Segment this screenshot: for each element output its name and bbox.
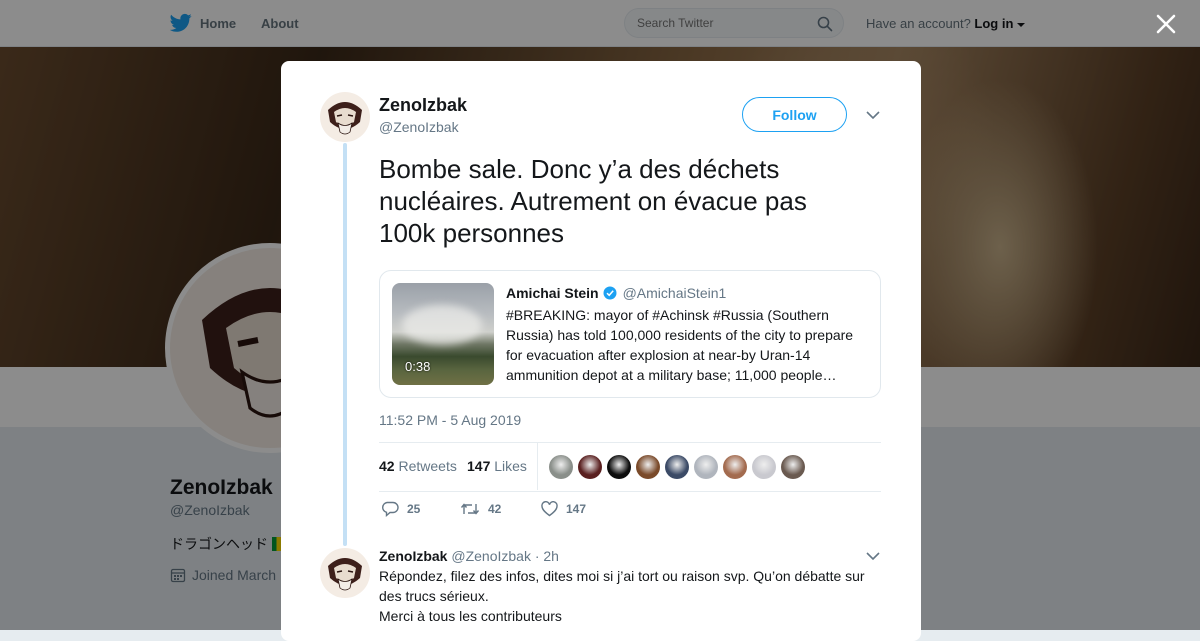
retweet-count: 42 (488, 502, 502, 516)
retweets-label: Retweets (398, 458, 457, 474)
author-name[interactable]: ZenoIzbak (379, 95, 467, 116)
stats-divider (537, 443, 538, 490)
liker-avatar[interactable] (781, 455, 805, 479)
verified-badge-icon (603, 286, 617, 300)
liker-avatar[interactable] (723, 455, 747, 479)
video-duration: 0:38 (405, 359, 431, 374)
retweets-count: 42 (379, 458, 395, 474)
chevron-down-icon[interactable] (866, 551, 880, 561)
follow-button[interactable]: Follow (742, 97, 847, 132)
tweet-modal: ZenoIzbak @ZenoIzbak Follow Bombe sale. … (281, 61, 921, 641)
quoted-video-thumbnail[interactable]: 0:38 (392, 283, 494, 385)
liker-avatar[interactable] (694, 455, 718, 479)
quoted-author: Amichai Stein @AmichaiStein1 (506, 285, 726, 301)
reply-action[interactable]: 25 (382, 501, 420, 517)
reply-time[interactable]: · 2h (535, 548, 559, 564)
heart-icon (541, 501, 558, 517)
likes-stat[interactable]: 147 Likes (467, 458, 527, 474)
liker-avatar[interactable] (549, 455, 573, 479)
reply-text-line: Merci à tous les contributeurs (379, 608, 562, 624)
tweet-stats: 42 Retweets 147 Likes (379, 442, 881, 492)
likes-label: Likes (494, 458, 527, 474)
liker-avatar[interactable] (665, 455, 689, 479)
retweet-icon (460, 503, 480, 515)
reply-icon (382, 501, 399, 517)
reply-author-avatar[interactable] (320, 548, 370, 598)
quoted-author-handle: @AmichaiStein1 (622, 285, 727, 301)
quoted-tweet[interactable]: 0:38 Amichai Stein @AmichaiStein1 #BREAK… (379, 270, 881, 398)
quoted-author-name: Amichai Stein (506, 285, 599, 301)
chevron-down-icon[interactable] (866, 110, 880, 120)
reply-author-name[interactable]: ZenoIzbak (379, 548, 447, 564)
smoke-cloud (402, 305, 482, 345)
tweet-text: Bombe sale. Donc y’a des déchets nucléai… (379, 154, 807, 248)
retweets-stat[interactable]: 42 Retweets (379, 458, 457, 474)
reply-text: Répondez, filez des infos, dites moi si … (379, 566, 879, 626)
quoted-tweet-text: #BREAKING: mayor of #Achinsk #Russia (So… (506, 307, 854, 383)
reply-author-handle[interactable]: @ZenoIzbak (451, 548, 531, 564)
liker-avatar[interactable] (752, 455, 776, 479)
avatar-illustration (320, 548, 370, 598)
liker-avatar[interactable] (578, 455, 602, 479)
liker-avatar[interactable] (636, 455, 660, 479)
author-avatar[interactable] (320, 92, 370, 142)
liker-avatars (549, 455, 805, 479)
thread-connector (343, 143, 347, 546)
reply-text-line: Répondez, filez des infos, dites moi si … (379, 568, 865, 604)
like-count: 147 (566, 502, 587, 516)
likes-count: 147 (467, 458, 491, 474)
author-handle[interactable]: @ZenoIzbak (379, 119, 459, 135)
reply-header: ZenoIzbak @ZenoIzbak · 2h (379, 548, 559, 564)
close-icon[interactable] (1154, 12, 1178, 36)
tweet-timestamp[interactable]: 11:52 PM - 5 Aug 2019 (379, 412, 521, 428)
like-action[interactable]: 147 (541, 501, 586, 517)
reply-count: 25 (407, 502, 421, 516)
avatar-illustration (320, 92, 370, 142)
retweet-action[interactable]: 42 (460, 501, 501, 517)
liker-avatar[interactable] (607, 455, 631, 479)
